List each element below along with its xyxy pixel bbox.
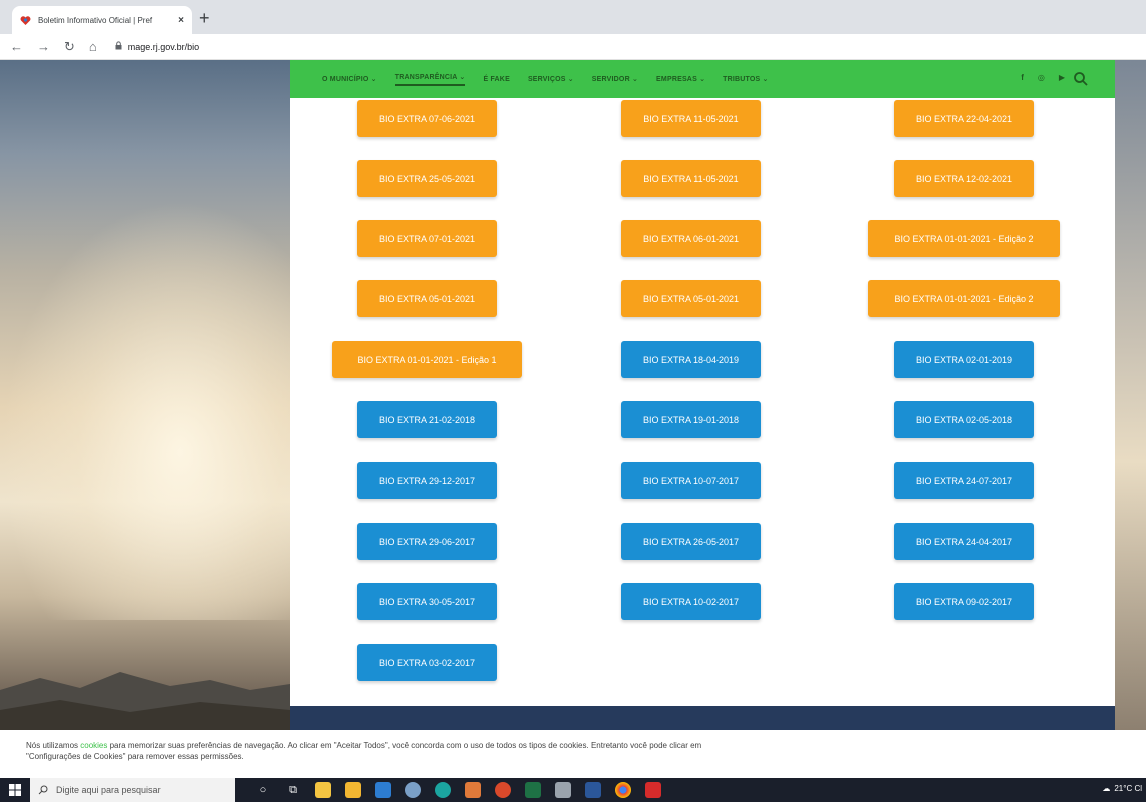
bio-extra-button[interactable]: BIO EXTRA 09-02-2017: [894, 583, 1034, 620]
photos-icon[interactable]: [465, 782, 481, 798]
bio-extra-button[interactable]: BIO EXTRA 11-05-2021: [621, 160, 761, 197]
system-tray: ☁ 21°C Cl: [1102, 784, 1142, 793]
cookie-notice: Nós utilizamos cookies para memorizar su…: [0, 730, 1146, 778]
app-icon[interactable]: [405, 782, 421, 798]
reload-icon[interactable]: ↻: [64, 39, 75, 54]
cookie-text-after: para memorizar suas preferências de nave…: [107, 741, 702, 750]
site-footer: [290, 706, 1115, 730]
facebook-icon[interactable]: f: [1021, 73, 1024, 82]
chrome-icon[interactable]: [615, 782, 631, 798]
nav-item-servicos[interactable]: SERVIÇOS ⌄: [528, 75, 574, 83]
cortana-icon[interactable]: ○: [255, 784, 271, 796]
web-page: O MUNICÍPIO ⌄ TRANSPARÊNCIA ⌄ É FAKE SER…: [0, 60, 1146, 730]
bio-extra-button[interactable]: BIO EXTRA 10-07-2017: [621, 462, 761, 499]
background-sky: [0, 200, 300, 620]
bio-extra-button[interactable]: BIO EXTRA 26-05-2017: [621, 523, 761, 560]
bio-extra-button[interactable]: BIO EXTRA 05-01-2021: [357, 280, 497, 317]
youtube-icon[interactable]: ▶: [1059, 73, 1065, 82]
bio-extra-button[interactable]: BIO EXTRA 05-01-2021: [621, 280, 761, 317]
excel-icon[interactable]: [525, 782, 541, 798]
bio-extra-button[interactable]: BIO EXTRA 25-05-2021: [357, 160, 497, 197]
weather-cloud-icon: ☁: [1102, 784, 1111, 793]
paint-icon[interactable]: [495, 782, 511, 798]
home-icon[interactable]: ⌂: [89, 39, 97, 54]
cookies-link[interactable]: cookies: [80, 741, 107, 750]
social-links: f ◎ ▶: [1021, 73, 1065, 82]
nav-item-tributos[interactable]: TRIBUTOS ⌄: [723, 75, 768, 83]
task-view-icon[interactable]: ⧉: [285, 784, 301, 797]
bio-extra-button[interactable]: BIO EXTRA 29-06-2017: [357, 523, 497, 560]
windows-start-icon[interactable]: [0, 778, 30, 802]
close-tab-icon[interactable]: ×: [178, 15, 184, 26]
word-icon[interactable]: [585, 782, 601, 798]
instagram-icon[interactable]: ◎: [1038, 73, 1045, 82]
site-favicon-icon: [20, 15, 31, 26]
tab-title: Boletim Informativo Oficial | Pref: [38, 15, 153, 25]
bio-extra-button[interactable]: BIO EXTRA 07-06-2021: [357, 100, 497, 137]
bio-extra-button[interactable]: BIO EXTRA 18-04-2019: [621, 341, 761, 378]
nav-item-servidor[interactable]: SERVIDOR ⌄: [592, 75, 638, 83]
file-explorer-icon[interactable]: [345, 782, 361, 798]
bio-extra-button[interactable]: BIO EXTRA 22-04-2021: [894, 100, 1034, 137]
browser-tab[interactable]: Boletim Informativo Oficial | Pref ×: [12, 6, 192, 34]
main-content: O MUNICÍPIO ⌄ TRANSPARÊNCIA ⌄ É FAKE SER…: [290, 60, 1115, 730]
bio-extra-button[interactable]: BIO EXTRA 07-01-2021: [357, 220, 497, 257]
cookie-text-before: Nós utilizamos: [26, 741, 81, 750]
bio-extra-button[interactable]: BIO EXTRA 10-02-2017: [621, 583, 761, 620]
bio-extra-button[interactable]: BIO EXTRA 02-01-2019: [894, 341, 1034, 378]
url-text: mage.rj.gov.br/bio: [127, 41, 200, 52]
bio-extra-button[interactable]: BIO EXTRA 21-02-2018: [357, 401, 497, 438]
bio-extra-button[interactable]: BIO EXTRA 24-07-2017: [894, 462, 1034, 499]
bio-extra-button[interactable]: BIO EXTRA 24-04-2017: [894, 523, 1034, 560]
nav-item-e-fake[interactable]: É FAKE: [483, 76, 509, 83]
taskbar-search-icon: [38, 785, 48, 795]
taskbar-apps: ○ ⧉: [255, 782, 661, 798]
bio-extra-button[interactable]: BIO EXTRA 19-01-2018: [621, 401, 761, 438]
forward-icon[interactable]: →: [37, 39, 50, 54]
acrobat-icon[interactable]: [645, 782, 661, 798]
bio-extra-button[interactable]: BIO EXTRA 29-12-2017: [357, 462, 497, 499]
cookie-text-line2: "Configurações de Cookies" para remover …: [26, 752, 244, 761]
nav-item-empresas[interactable]: EMPRESAS ⌄: [656, 75, 705, 83]
document-icon[interactable]: [555, 782, 571, 798]
site-navbar: O MUNICÍPIO ⌄ TRANSPARÊNCIA ⌄ É FAKE SER…: [290, 60, 1115, 98]
back-icon[interactable]: ←: [10, 39, 23, 54]
search-icon[interactable]: [1073, 71, 1089, 87]
new-tab-icon[interactable]: +: [199, 8, 210, 28]
edge-icon[interactable]: [435, 782, 451, 798]
bio-extra-button[interactable]: BIO EXTRA 30-05-2017: [357, 583, 497, 620]
windows-taskbar: Digite aqui para pesquisar ○ ⧉ ☁ 21°C Cl: [0, 778, 1146, 802]
nav-item-municipio[interactable]: O MUNICÍPIO ⌄: [322, 75, 377, 83]
bio-extra-button[interactable]: BIO EXTRA 11-05-2021: [621, 100, 761, 137]
store-icon[interactable]: [315, 782, 331, 798]
background-right-strip: [1115, 60, 1146, 730]
mail-icon[interactable]: [375, 782, 391, 798]
bio-extra-button[interactable]: BIO EXTRA 06-01-2021: [621, 220, 761, 257]
background-mountains: [0, 672, 290, 730]
browser-toolbar: ← → ↻ ⌂ mage.rj.gov.br/bio: [0, 34, 1146, 60]
bio-extra-button[interactable]: BIO EXTRA 02-05-2018: [894, 401, 1034, 438]
browser-tab-bar: Boletim Informativo Oficial | Pref × +: [0, 0, 1146, 34]
bio-extra-button[interactable]: BIO EXTRA 12-02-2021: [894, 160, 1034, 197]
address-bar[interactable]: mage.rj.gov.br/bio: [115, 41, 199, 52]
weather-text[interactable]: 21°C Cl: [1114, 784, 1142, 793]
bio-extra-button[interactable]: BIO EXTRA 01-01-2021 - Edição 2: [868, 220, 1060, 257]
bio-extra-button[interactable]: BIO EXTRA 03-02-2017: [357, 644, 497, 681]
bio-extra-button[interactable]: BIO EXTRA 01-01-2021 - Edição 2: [868, 280, 1060, 317]
taskbar-search-box[interactable]: Digite aqui para pesquisar: [30, 778, 235, 802]
taskbar-search-placeholder: Digite aqui para pesquisar: [56, 785, 161, 795]
bio-extra-button[interactable]: BIO EXTRA 01-01-2021 - Edição 1: [332, 341, 522, 378]
nav-item-transparencia[interactable]: TRANSPARÊNCIA ⌄: [394, 73, 466, 86]
lock-icon: [115, 41, 122, 52]
